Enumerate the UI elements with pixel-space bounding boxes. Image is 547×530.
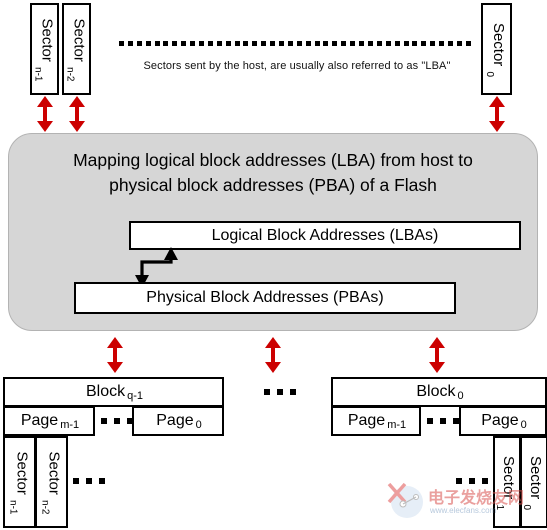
red-double-arrow-block-1 [429, 337, 445, 373]
logical-block-addresses-label: Logical Block Addresses (LBAs) [211, 226, 439, 244]
host-sector-box-1: Sector n-2 [62, 3, 91, 95]
red-double-arrow-block-mid [265, 337, 281, 373]
mapping-panel-title-line2: physical block addresses (PBA) of a Flas… [109, 175, 437, 195]
block-header-q-1: Block q-1 [3, 377, 224, 407]
host-sector-label-1: Sector n-2 [64, 18, 88, 81]
block-sector-box-q-1-n-1: Sector n-1 [3, 436, 36, 528]
host-sector-caption: Sectors sent by the host, are usually al… [143, 60, 451, 72]
watermark: 电子发烧友网 www.elecfans.com [383, 478, 547, 524]
page-label-0-m-1: Page m-1 [347, 412, 407, 431]
watermark-text: 电子发烧友网 [428, 488, 525, 507]
page-box-0-0: Page 0 [459, 406, 547, 436]
mapping-panel-title: Mapping logical block addresses (LBA) fr… [9, 148, 537, 198]
block-sector-label-q-1-n-1: Sector n-1 [7, 451, 31, 514]
host-sector-box-0: Sector n-1 [30, 3, 59, 95]
red-double-arrow-host-1 [69, 96, 85, 132]
page-box-0-m-1: Page m-1 [331, 406, 421, 436]
page-label-0-0: Page 0 [481, 412, 527, 431]
flash-translation-layer-diagram: Sector n-1 Sector n-2 Sector 0 Sectors s… [0, 0, 547, 530]
block-header-label-q-1: Block q-1 [85, 383, 144, 402]
watermark-logo-icon [387, 482, 423, 518]
page-label-q-1-m-1: Page m-1 [20, 412, 80, 431]
host-sector-label-0: Sector n-1 [32, 18, 56, 81]
red-double-arrow-host-2 [489, 96, 505, 132]
block-group-ellipsis [258, 377, 302, 407]
watermark-url: www.elecfans.com [430, 506, 497, 515]
host-sector-box-2: Sector 0 [481, 3, 512, 95]
page-box-q-1-0: Page 0 [132, 406, 224, 436]
host-sector-dotted-connector [119, 40, 471, 46]
page-box-q-1-m-1: Page m-1 [3, 406, 95, 436]
block-sector-ellipsis-q-1 [69, 466, 109, 496]
red-double-arrow-host-0 [37, 96, 53, 132]
mapping-panel-title-line1: Mapping logical block addresses (LBA) fr… [73, 150, 473, 170]
mapping-panel: Mapping logical block addresses (LBA) fr… [8, 133, 538, 331]
block-sector-label-q-1-n-2: Sector n-2 [39, 451, 63, 514]
physical-block-addresses-label: Physical Block Addresses (PBAs) [146, 289, 384, 306]
block-header-label-0: Block 0 [416, 383, 464, 402]
page-ellipsis-0 [422, 406, 464, 436]
block-header-0: Block 0 [331, 377, 547, 407]
red-double-arrow-block-0 [107, 337, 123, 373]
host-sector-label-2: Sector 0 [484, 22, 507, 77]
page-label-q-1-0: Page 0 [156, 412, 202, 431]
physical-block-addresses-box: Physical Block Addresses (PBAs) [74, 282, 456, 314]
block-sector-box-q-1-n-2: Sector n-2 [35, 436, 68, 528]
